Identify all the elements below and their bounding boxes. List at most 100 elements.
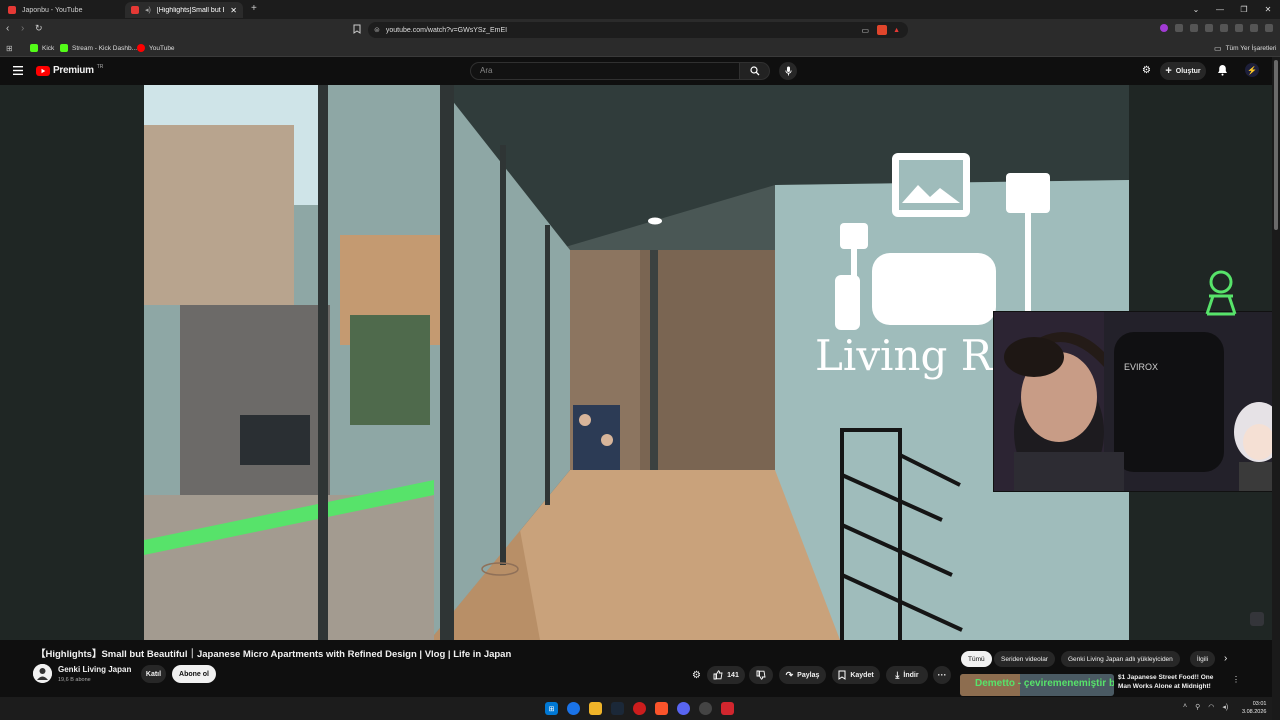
chrome-icon[interactable]: [567, 702, 580, 715]
like-button[interactable]: 141: [707, 666, 745, 684]
site-info-icon[interactable]: ⊜: [374, 26, 380, 34]
maximize-button[interactable]: ❐: [1232, 0, 1256, 19]
youtube-favicon-icon: [131, 6, 139, 14]
extension-icon[interactable]: [1250, 24, 1258, 32]
url-text: youtube.com/watch?v=GWsYSz_EmEI: [385, 26, 508, 34]
youtube-play-logo-icon: [36, 65, 50, 76]
video-options-icon[interactable]: ⋮: [1232, 675, 1240, 684]
recommended-video-title[interactable]: $1 Japanese Street Food!! One Man Works …: [1118, 673, 1213, 691]
video-title: 【Highlights】Small but Beautiful｜Japanese…: [36, 649, 512, 660]
music-icon[interactable]: [1190, 24, 1198, 32]
close-tab-icon[interactable]: ✕: [230, 6, 237, 15]
bookmark-kick[interactable]: Kick: [30, 44, 54, 52]
subscribe-button[interactable]: Abone ol: [172, 665, 216, 683]
brave-shield-icon[interactable]: [877, 25, 888, 35]
settings-icon[interactable]: ⚙: [692, 670, 701, 681]
youtube-logo[interactable]: Premium TR: [36, 64, 103, 76]
brave-icon[interactable]: [655, 702, 668, 715]
share-arrow-icon: ↷: [785, 669, 794, 680]
all-bookmarks-folder[interactable]: ▭ Tüm Yer İşaretleri: [1214, 44, 1277, 53]
bookmark-icon[interactable]: [353, 24, 361, 34]
search-input[interactable]: Ara: [470, 62, 740, 80]
save-button[interactable]: Kaydet: [832, 666, 880, 684]
voice-search-button[interactable]: [779, 62, 797, 80]
channel-avatar[interactable]: [33, 664, 52, 683]
forward-button[interactable]: ›: [21, 23, 24, 34]
chip-related[interactable]: İlgili: [1190, 651, 1215, 667]
mascot-icon: [1199, 270, 1243, 320]
close-window-button[interactable]: ✕: [1256, 0, 1280, 19]
scrollbar-thumb[interactable]: [1274, 60, 1278, 230]
share-button[interactable]: ↷ Paylaş: [779, 666, 826, 684]
app-icon[interactable]: [721, 702, 734, 715]
browser-tab-strip: Japonbu - YouTube ◂) [Highlights]Small b…: [0, 0, 1280, 19]
download-icon: ⤓: [895, 669, 900, 680]
extension-icon[interactable]: [1175, 24, 1183, 32]
kick-icon: [60, 44, 68, 52]
notifications-bell-icon[interactable]: [1217, 64, 1228, 76]
dislike-button[interactable]: [749, 666, 773, 684]
vpn-icon[interactable]: [1265, 24, 1273, 32]
microphone-icon: [784, 66, 792, 76]
volume-icon[interactable]: ◂): [1222, 703, 1228, 711]
bookmark-save-icon: [838, 670, 846, 680]
address-bar[interactable]: ⊜ youtube.com/watch?v=GWsYSz_EmEI ▭ ▲: [368, 22, 908, 38]
speaker-icon: ◂): [145, 7, 151, 14]
windows-taskbar: ⊞ ˄ ⚲ ◠ ◂) 03:01 3.08.2026: [0, 697, 1272, 720]
tab-label: Japonbu - YouTube: [22, 6, 83, 14]
bookmark-stream-kick[interactable]: Stream - Kick Dashb...: [60, 44, 137, 52]
new-tab-button[interactable]: +: [251, 3, 257, 14]
thumbs-down-icon: [756, 670, 766, 680]
youtube-icon: [137, 44, 145, 52]
create-button[interactable]: + Oluştur: [1160, 62, 1206, 80]
chevron-right-icon[interactable]: ›: [1224, 653, 1227, 664]
bookmarks-bar: ⊞ Kick Stream - Kick Dashb... YouTube ▭ …: [0, 41, 1280, 57]
chat-overlay-text: Demetto - çeviremenemiştir belki: [975, 678, 1114, 689]
tab-japonbu[interactable]: Japonbu - YouTube: [2, 2, 122, 18]
chip-all[interactable]: Tümü: [961, 651, 992, 667]
search-button[interactable]: [740, 62, 770, 80]
clock[interactable]: 03:01 3.08.2026: [1242, 700, 1266, 716]
tab-search-icon[interactable]: ⌄: [1184, 0, 1208, 19]
opera-icon[interactable]: [633, 702, 646, 715]
hamburger-menu-icon[interactable]: [13, 66, 23, 75]
network-icon[interactable]: ⚲: [1195, 703, 1200, 711]
file-explorer-icon[interactable]: [589, 702, 602, 715]
channel-name[interactable]: Genki Living Japan: [58, 665, 131, 674]
minimize-button[interactable]: —: [1208, 0, 1232, 19]
account-avatar[interactable]: ⚡: [1245, 63, 1259, 77]
extension-icons: [1160, 24, 1280, 32]
more-dots-icon: ···: [937, 670, 947, 680]
small-avatar-icon: [1250, 612, 1264, 626]
steam-icon[interactable]: [611, 702, 624, 715]
chair-brand-text: EVIROX: [1124, 362, 1158, 372]
cast-icon[interactable]: ▭: [862, 26, 870, 35]
rewards-icon[interactable]: ▲: [893, 27, 900, 34]
wifi-icon[interactable]: ◠: [1208, 703, 1214, 711]
back-button[interactable]: ‹: [6, 23, 9, 34]
download-button[interactable]: ⤓ İndir: [886, 666, 928, 684]
gear-icon[interactable]: ⚙: [1142, 65, 1151, 76]
join-button[interactable]: Katıl: [141, 665, 166, 683]
more-actions-button[interactable]: ···: [933, 666, 951, 684]
extension-icon[interactable]: [1205, 24, 1213, 32]
wallet-icon[interactable]: [1235, 24, 1243, 32]
tray-chevron-icon[interactable]: ˄: [1183, 703, 1187, 711]
chip-uploader[interactable]: Genki Living Japan adlı yükleyiciden: [1061, 651, 1180, 667]
webcam-feed: EVIROX: [994, 312, 1279, 491]
wall-decal-text: Living Ro: [815, 331, 1018, 380]
tab-highlights[interactable]: ◂) [Highlights]Small but Beautif ✕: [125, 2, 243, 18]
windows-start-icon[interactable]: ⊞: [545, 702, 558, 715]
obs-icon[interactable]: [699, 702, 712, 715]
recommended-video-thumbnail[interactable]: Demetto - çeviremenemiştir belki: [960, 674, 1114, 696]
bookmark-youtube[interactable]: YouTube: [137, 44, 175, 52]
chip-series[interactable]: Seriden videolar: [994, 651, 1055, 667]
system-tray: ˄ ⚲ ◠ ◂): [1183, 703, 1228, 711]
reload-button[interactable]: ↻: [35, 23, 43, 34]
sidebar-icon[interactable]: [1220, 24, 1228, 32]
extension-icon[interactable]: [1160, 24, 1168, 32]
kick-icon: [30, 44, 38, 52]
apps-grid-icon[interactable]: ⊞: [6, 44, 13, 53]
discord-icon[interactable]: [677, 702, 690, 715]
window-controls: ⌄ — ❐ ✕: [1184, 0, 1280, 19]
